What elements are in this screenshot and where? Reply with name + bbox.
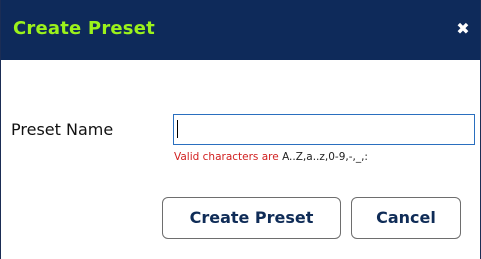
text-caret (177, 120, 178, 138)
preset-name-label: Preset Name (11, 120, 114, 139)
dialog-title: Create Preset (13, 18, 155, 39)
hint-characters: A..Z,a..z,0-9,-,_,: (282, 151, 368, 163)
create-preset-dialog: Create Preset ✖ Preset Name Valid charac… (0, 0, 481, 259)
hint-prefix: Valid characters are (174, 151, 279, 163)
close-icon[interactable]: ✖ (452, 18, 474, 40)
preset-name-input[interactable] (173, 114, 475, 145)
cancel-button[interactable]: Cancel (351, 197, 461, 239)
dialog-titlebar: Create Preset ✖ (1, 0, 480, 60)
valid-characters-hint: Valid characters are A..Z,a..z,0-9,-,_,: (174, 151, 368, 163)
create-preset-button[interactable]: Create Preset (162, 197, 341, 239)
